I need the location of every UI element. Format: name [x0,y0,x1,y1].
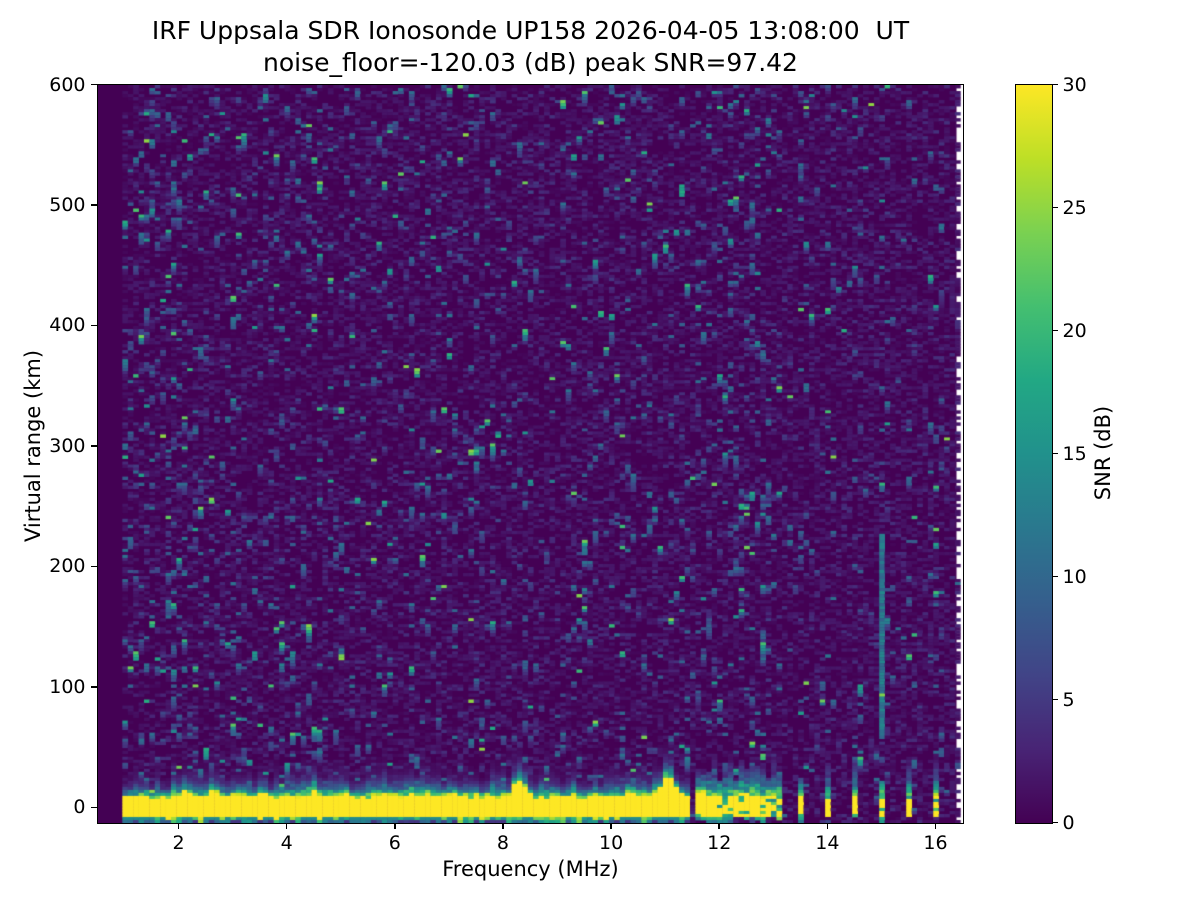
y-tick-mark [91,445,97,447]
y-tick-label: 200 [49,555,86,578]
x-tick-label: 8 [496,831,510,854]
y-tick-mark [91,565,97,568]
colorbar-tick-label: 25 [1062,196,1087,219]
colorbar-tick-mark [1052,821,1058,824]
figure: IRF Uppsala SDR Ionosonde UP158 2026-04-… [0,0,1200,900]
y-tick-label: 600 [49,73,86,96]
colorbar [1015,84,1053,824]
colorbar-tick-label: 5 [1062,688,1075,711]
plot-subtitle: noise_floor=-120.03 (dB) peak SNR=97.42 [263,48,798,77]
x-tick-label: 16 [923,831,948,854]
colorbar-tick-label: 15 [1062,442,1087,465]
y-tick-label: 400 [49,314,86,337]
x-tick-mark [177,822,180,829]
colorbar-tick-label: 20 [1062,319,1087,342]
x-tick-label: 12 [707,831,732,854]
colorbar-tick-mark [1052,452,1058,455]
x-tick-mark [502,822,504,829]
y-tick-mark [91,204,97,206]
y-tick-label: 500 [49,193,86,216]
colorbar-tick-mark [1052,83,1058,86]
y-tick-mark [91,806,97,809]
y-tick-label: 0 [73,796,86,819]
x-tick-mark [826,822,829,829]
x-tick-mark [285,822,288,829]
heatmap-canvas [98,85,963,823]
plot-area [97,84,964,824]
colorbar-tick-label: 30 [1062,73,1087,96]
x-tick-label: 2 [172,831,185,854]
x-tick-mark [718,822,720,829]
y-tick-mark [91,83,97,86]
x-axis-label: Frequency (MHz) [442,857,619,881]
colorbar-tick-mark [1052,206,1058,209]
x-tick-mark [610,822,612,829]
y-tick-label: 300 [49,434,86,457]
colorbar-tick-mark [1052,329,1058,332]
x-tick-mark [934,822,937,829]
x-tick-label: 6 [388,831,401,854]
y-tick-mark [91,324,97,327]
y-tick-label: 100 [49,675,86,698]
colorbar-tick-label: 10 [1062,565,1087,588]
colorbar-gradient [1016,85,1052,823]
x-tick-mark [394,822,396,829]
x-tick-label: 14 [815,831,840,854]
y-tick-mark [91,686,97,688]
colorbar-tick-label: 0 [1062,811,1075,834]
colorbar-tick-mark [1052,575,1058,578]
x-tick-label: 4 [280,831,293,854]
x-tick-label: 10 [599,831,624,854]
plot-title: IRF Uppsala SDR Ionosonde UP158 2026-04-… [151,16,910,45]
colorbar-tick-mark [1052,698,1058,701]
